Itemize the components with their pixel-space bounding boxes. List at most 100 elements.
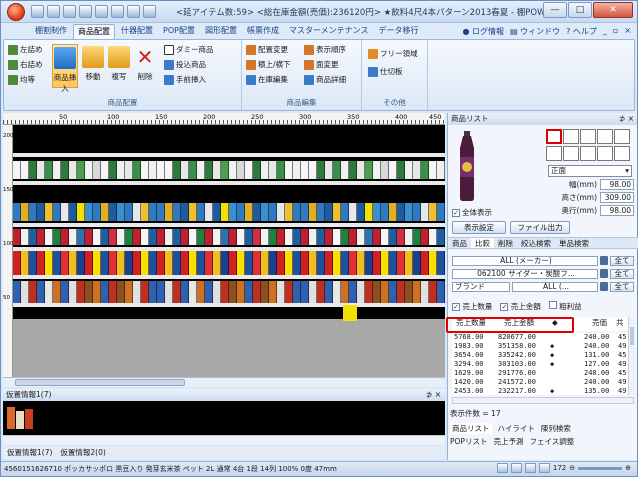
temp-info-area[interactable] [3,401,445,435]
product-facing[interactable] [13,203,21,221]
minimize-button[interactable]: — [543,2,567,18]
product-facing[interactable] [69,229,77,245]
product-facing[interactable] [149,203,157,221]
product-facing[interactable] [325,229,333,245]
product-facing[interactable] [229,251,237,275]
product-facing[interactable] [269,161,277,179]
product-facing[interactable] [421,251,429,275]
product-facing[interactable] [333,281,341,303]
product-facing[interactable] [261,251,269,275]
list-item[interactable]: 1983.00 351358.00 ◆ 240.00 49 [452,342,628,351]
product-facing[interactable] [141,229,149,245]
product-facing[interactable] [157,229,165,245]
product-facing[interactable] [429,229,437,245]
product-facing[interactable] [333,203,341,221]
product-facing[interactable] [293,251,301,275]
extra-header[interactable]: 共 [616,317,624,329]
product-facing[interactable] [365,161,373,179]
window-menu[interactable]: ▤ ウィンドウ [510,26,560,37]
product-facing[interactable] [389,251,397,275]
file-output-button[interactable]: ファイル出力 [510,221,570,234]
product-facing[interactable] [229,203,237,221]
product-facing[interactable] [221,203,229,221]
tab-shape-placement[interactable]: 図形配置 [201,24,241,39]
product-facing[interactable] [61,161,69,179]
product-facing[interactable] [389,161,397,179]
product-facing[interactable] [13,161,21,179]
product-facing[interactable] [213,251,221,275]
product-facing[interactable] [333,229,341,245]
list-horizontal-scrollbar[interactable] [452,397,634,404]
product-facing[interactable] [381,229,389,245]
layout-icon[interactable] [524,463,536,473]
product-facing[interactable] [77,281,85,303]
product-facing[interactable] [253,281,261,303]
product-facing[interactable] [205,251,213,275]
product-facing[interactable] [133,251,141,275]
product-facing[interactable] [149,229,157,245]
product-facing[interactable] [69,161,77,179]
product-facing[interactable] [309,229,317,245]
product-facing[interactable] [61,229,69,245]
product-facing[interactable] [165,161,173,179]
product-facing[interactable] [69,251,77,275]
temp-info-scrollbar[interactable] [3,435,445,445]
product-facing[interactable] [277,251,285,275]
product-facing[interactable] [181,251,189,275]
product-facing[interactable] [221,161,229,179]
product-facing[interactable] [101,229,109,245]
stock-edit-button[interactable]: 在庫編集 [246,74,288,85]
product-facing[interactable] [277,203,285,221]
product-facing[interactable] [21,161,29,179]
product-facing[interactable] [373,281,381,303]
product-facing[interactable] [93,229,101,245]
product-facing[interactable] [405,281,413,303]
change-placement-button[interactable]: 配置変更 [246,44,288,55]
undo-icon[interactable] [31,5,44,18]
product-facing[interactable] [53,281,61,303]
category-dropdown[interactable]: 062100 サイダー・炭酸フ... [452,268,598,279]
product-facing[interactable] [429,251,437,275]
product-facing[interactable] [317,161,325,179]
product-facing[interactable] [117,251,125,275]
product-facing[interactable] [285,281,293,303]
product-facing[interactable] [173,229,181,245]
right-align-button[interactable]: 右詰め [8,59,43,70]
product-facing[interactable] [69,203,77,221]
product-facing[interactable] [85,229,93,245]
list-item[interactable]: 1629.00 291776.00 240.00 45 [452,369,628,378]
product-facing[interactable] [269,203,277,221]
product-facing[interactable] [357,229,365,245]
divider-button[interactable]: 仕切板 [368,66,403,77]
tab-shelf-making[interactable]: 棚割制作 [31,24,71,39]
product-facing[interactable] [133,203,141,221]
product-facing[interactable] [21,281,29,303]
product-facing[interactable] [205,229,213,245]
face-cell[interactable] [580,145,596,161]
show-all-checkbox[interactable]: ✓ 全体表示 [452,207,492,218]
product-facing[interactable] [301,161,309,179]
list-item[interactable]: 3654.00 335242.00 ◆ 131.00 45 [452,351,628,360]
product-facing[interactable] [381,281,389,303]
product-facing[interactable] [45,251,53,275]
product-facing[interactable] [309,251,317,275]
product-facing[interactable] [21,203,29,221]
product-facing[interactable] [349,161,357,179]
product-facing[interactable] [245,251,253,275]
product-facing[interactable] [197,281,205,303]
sort-amount-header[interactable]: 売上金額 [504,317,534,329]
product-facing[interactable] [333,251,341,275]
product-facing[interactable] [125,281,133,303]
product-facing[interactable] [189,281,197,303]
product-facing[interactable] [301,203,309,221]
tab-temp-info-1[interactable]: 仮置情報1(7) [7,447,52,459]
product-facing[interactable] [205,203,213,221]
product-facing[interactable] [437,229,445,245]
product-facing[interactable] [117,229,125,245]
product-facing[interactable] [133,161,141,179]
product-facing[interactable] [413,229,421,245]
even-button[interactable]: 均等 [8,74,35,85]
grid-icon[interactable] [510,463,522,473]
tab-display-search[interactable]: 陳列検索 [541,423,571,434]
log-info-menu[interactable]: ● ログ情報 [462,26,504,37]
